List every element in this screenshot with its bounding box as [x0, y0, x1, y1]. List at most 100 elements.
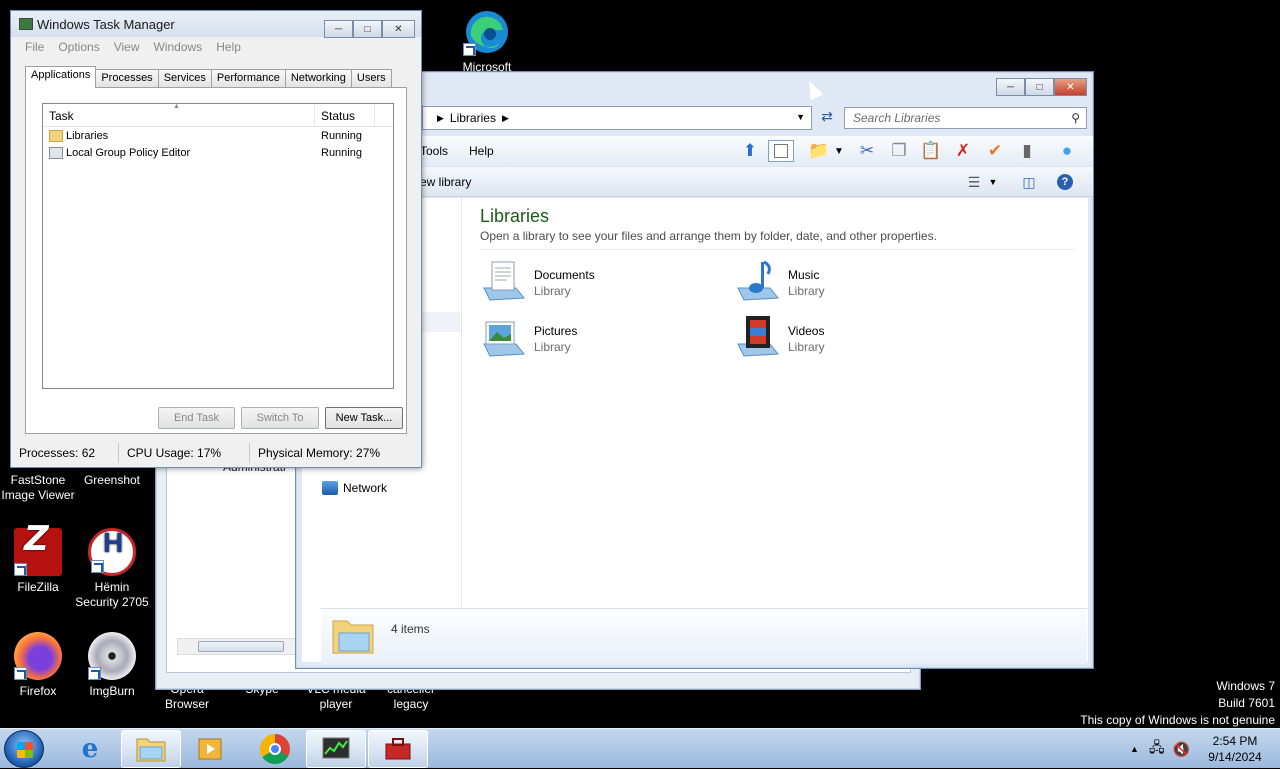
menu-tools[interactable]: Tools [420, 144, 448, 158]
taskbar-toolbox-button[interactable] [368, 730, 428, 768]
horizontal-scrollbar[interactable] [177, 638, 305, 655]
task-manager-menu-bar: File Options View Windows Help [11, 37, 421, 57]
view-dropdown-icon[interactable]: ▼ [986, 171, 1000, 193]
folder-options-icon[interactable]: 📁 [806, 140, 832, 162]
minimize-button[interactable]: ─ [996, 78, 1025, 96]
library-folder-icon [331, 611, 377, 657]
refresh-icon[interactable]: ⇄ [816, 108, 838, 128]
details-pane: 4 items [321, 608, 1087, 664]
new-task-button[interactable]: New Task... [325, 407, 403, 429]
breadcrumb-arrow-icon[interactable]: ▶ [502, 113, 509, 124]
address-dropdown-icon[interactable]: ▼ [796, 112, 805, 122]
maximize-button[interactable]: □ [1025, 78, 1054, 96]
taskbar-media-player-icon[interactable] [182, 730, 242, 768]
watermark-build: Build 7601 [1218, 696, 1275, 710]
scroll-thumb[interactable] [198, 641, 284, 652]
tab-services[interactable]: Services [157, 69, 212, 88]
desktop-icon-imgburn[interactable]: ImgBurn [74, 632, 150, 699]
end-task-button[interactable]: End Task [158, 407, 235, 429]
desktop: Microsoft FastStone Image Viewer Greensh… [0, 0, 1280, 728]
task-row[interactable]: Local Group Policy Editor Running [43, 144, 393, 161]
desktop-icon-firefox[interactable]: Firefox [0, 632, 76, 699]
paste-icon[interactable]: 📋 [918, 140, 944, 162]
menu-view[interactable]: View [114, 40, 140, 54]
explorer-folder-icon [136, 738, 166, 762]
tab-processes[interactable]: Processes [95, 69, 159, 88]
system-tray: ▲ 🖧 🔇 2:54 PM 9/14/2024 [1130, 729, 1270, 769]
task-manager-window[interactable]: Windows Task Manager ─ □ ✕ File Options … [10, 10, 422, 468]
column-header-task[interactable]: ▲ Task [43, 103, 315, 126]
start-button[interactable] [4, 730, 44, 768]
task-list-header: ▲ Task Status [43, 103, 393, 127]
imgburn-disc-icon [88, 632, 136, 680]
firefox-icon [14, 632, 62, 680]
search-icon[interactable]: ⚲ [1071, 111, 1080, 125]
taskbar: e ▲ 🖧 🔇 2:54 PM 9/14/2024 [0, 728, 1280, 768]
desktop-icon-microsoft-edge[interactable]: Microsoft [449, 8, 525, 75]
cut-icon[interactable]: ✂ [854, 140, 880, 162]
show-hidden-icons-icon[interactable]: ▲ [1130, 744, 1139, 754]
nav-selection [420, 312, 460, 332]
column-header-status[interactable]: Status [315, 104, 375, 126]
minimize-button[interactable]: ─ [324, 20, 353, 38]
maximize-button[interactable]: □ [353, 20, 382, 38]
task-row[interactable]: Libraries Running [43, 127, 393, 144]
nav-item-network-label: Network [343, 481, 388, 495]
tab-performance[interactable]: Performance [210, 69, 286, 88]
switch-to-button[interactable]: Switch To [241, 407, 319, 429]
desktop-icon-label: ImgBurn [89, 684, 135, 698]
task-status: Running [321, 129, 362, 142]
rename-icon[interactable]: ▮ [1014, 140, 1040, 162]
search-input[interactable]: Search Libraries ⚲ [844, 107, 1087, 129]
shortcut-arrow-icon [91, 560, 104, 573]
tab-applications[interactable]: Applications [25, 66, 97, 88]
search-placeholder: Search Libraries [853, 111, 941, 125]
close-button[interactable]: ✕ [1054, 78, 1087, 96]
chat-bubble-icon[interactable]: ● [1054, 140, 1080, 162]
menu-windows[interactable]: Windows [154, 40, 203, 54]
window-title: Windows Task Manager [37, 16, 175, 32]
close-button[interactable]: ✕ [382, 20, 415, 38]
filezilla-icon: Z [14, 522, 62, 576]
taskbar-ie-icon[interactable]: e [60, 730, 120, 768]
tab-users[interactable]: Users [350, 69, 392, 88]
nav-item-network[interactable]: Network [322, 481, 387, 495]
menu-help[interactable]: Help [469, 144, 494, 158]
address-bar[interactable]: ▶ Libraries ▶ ▼ [422, 106, 812, 130]
delete-icon[interactable]: ✗ [950, 140, 976, 162]
preview-toggle-icon[interactable]: ◫ [1016, 171, 1042, 193]
libraries-folder-icon [49, 129, 63, 142]
clock[interactable]: 2:54 PM 9/14/2024 [1200, 733, 1270, 765]
library-item-music[interactable]: Music Library [734, 258, 964, 308]
menu-help[interactable]: Help [216, 40, 241, 54]
library-item-pictures[interactable]: Pictures Library [480, 314, 710, 364]
tab-networking[interactable]: Networking [284, 69, 352, 88]
taskbar-chrome-icon[interactable] [245, 730, 305, 768]
up-arrow-icon[interactable]: ⬆ [737, 140, 763, 162]
checkmark-icon[interactable]: ✔ [982, 140, 1008, 162]
desktop-icon-hemin-security[interactable]: H Hëmin Security 2705 [74, 528, 150, 610]
library-type: Library [788, 340, 825, 354]
menu-options[interactable]: Options [58, 40, 99, 54]
network-status-icon[interactable]: 🖧 [1149, 737, 1165, 761]
watermark-os: Windows 7 [1216, 679, 1275, 693]
dropdown-arrow-icon[interactable]: ▼ [832, 140, 846, 162]
menu-file[interactable]: File [25, 40, 44, 54]
change-view-icon[interactable]: ☰ [961, 171, 987, 193]
volume-muted-icon[interactable]: 🔇 [1173, 741, 1190, 758]
preview-pane-icon[interactable] [768, 140, 794, 162]
task-list[interactable]: ▲ Task Status Libraries Running Local Gr… [42, 103, 394, 389]
videos-library-icon [734, 314, 780, 360]
shortcut-arrow-icon [14, 667, 27, 680]
desktop-icon-filezilla[interactable]: Z FileZilla [0, 522, 76, 595]
taskbar-task-manager-button[interactable] [306, 730, 366, 768]
task-name: Local Group Policy Editor [66, 146, 191, 159]
breadcrumb-libraries[interactable]: Libraries [450, 111, 496, 125]
library-item-videos[interactable]: Videos Library [734, 314, 964, 364]
window-controls: ─ □ ✕ [996, 78, 1087, 96]
copy-icon[interactable]: ❐ [886, 140, 912, 162]
taskbar-explorer-button[interactable] [121, 730, 181, 768]
library-item-documents[interactable]: Documents Library [480, 258, 710, 308]
help-icon[interactable]: ? [1052, 171, 1078, 193]
new-library-button[interactable]: ew library [420, 175, 471, 189]
